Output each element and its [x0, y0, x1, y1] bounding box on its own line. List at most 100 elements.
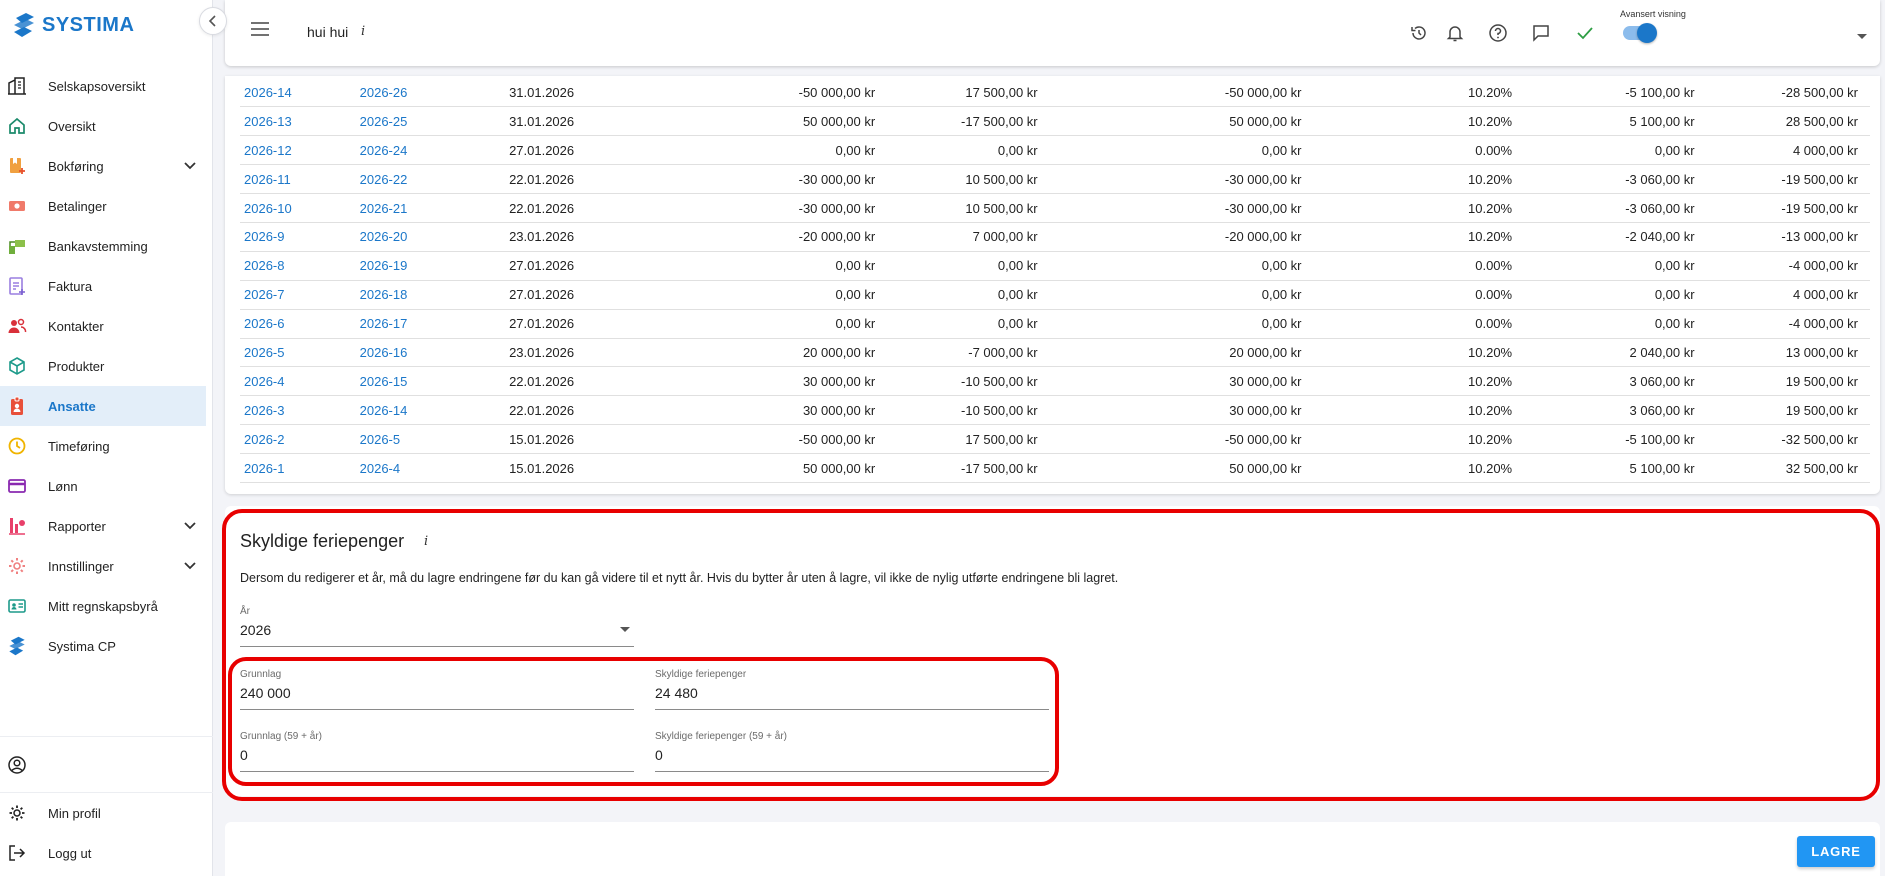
amount-cell: 3 060,00 kr	[1524, 366, 1707, 397]
voucher-link[interactable]: 2026-11	[240, 164, 360, 195]
money-icon	[6, 195, 28, 217]
sidebar-item-ansatte[interactable]: Ansatte	[0, 386, 206, 426]
section-info-icon[interactable]: i	[424, 534, 428, 549]
payroll-link[interactable]: 2026-18	[359, 280, 510, 310]
sidebar-item-systima-cp[interactable]: Systima CP	[0, 626, 206, 666]
holiday-pay-table-card: 2026-14 2026-26 31.01.2026 -50 000,00 kr 17 …	[225, 76, 1880, 494]
systima-logo[interactable]: SYSTIMA	[12, 12, 134, 38]
systima-logo-icon	[6, 635, 28, 657]
payroll-link[interactable]: 2026-16	[359, 338, 510, 368]
payroll-link[interactable]: 2026-17	[359, 309, 510, 339]
date-cell: 22.01.2026	[509, 164, 647, 195]
skyldige-feriepenger-59-field[interactable]: Skyldige feriepenger (59 + år) 0	[655, 731, 1049, 772]
advanced-view-toggle[interactable]	[1623, 23, 1657, 43]
amount-cell: 0,00 kr	[887, 251, 1050, 281]
voucher-link[interactable]: 2026-13	[240, 106, 360, 137]
sidebar-item-label: Innstillinger	[48, 558, 114, 574]
collapse-sidebar-button[interactable]	[199, 7, 227, 35]
help-icon	[1489, 24, 1507, 42]
skyldige-feriepenger-field[interactable]: Skyldige feriepenger 24 480	[655, 669, 1049, 710]
voucher-link[interactable]: 2026-14	[240, 78, 360, 108]
sidebar-item-timeføring[interactable]: Timeføring	[0, 426, 206, 466]
voucher-link[interactable]: 2026-12	[240, 135, 360, 166]
table-row: 2026-5 2026-16 23.01.2026 20 000,00 kr -7 00…	[240, 338, 1870, 368]
sidebar-item-betalinger[interactable]: Betalinger	[0, 186, 206, 226]
rate-cell: 10.20%	[1313, 366, 1525, 397]
sidebar-item-logg-ut[interactable]: Logg ut	[0, 833, 213, 873]
sync-status-button[interactable]	[1574, 22, 1596, 44]
sidebar-item-label: Bankavstemming	[48, 238, 148, 254]
payroll-link[interactable]: 2026-5	[359, 424, 510, 455]
sidebar-item-rapporter[interactable]: Rapporter	[0, 506, 206, 546]
sidebar-item-bankavstemming[interactable]: Bankavstemming	[0, 226, 206, 266]
save-button[interactable]: LAGRE	[1797, 836, 1875, 867]
voucher-link[interactable]: 2026-1	[240, 453, 360, 483]
field-value: 2026	[240, 622, 272, 638]
user-row[interactable]	[0, 737, 213, 793]
payroll-link[interactable]: 2026-22	[359, 164, 510, 195]
amount-cell: -19 500,00 kr	[1706, 164, 1870, 195]
sidebar-item-selskapsoversikt[interactable]: Selskapsoversikt	[0, 66, 206, 106]
amount-cell: 19 500,00 kr	[1706, 395, 1870, 426]
clock-icon	[6, 435, 28, 457]
payroll-link[interactable]: 2026-26	[359, 78, 510, 108]
history-button[interactable]	[1408, 22, 1430, 44]
date-cell: 15.01.2026	[509, 453, 647, 483]
amount-cell: 0,00 kr	[646, 135, 888, 166]
amount-cell: -50 000,00 kr	[646, 78, 888, 108]
payroll-link[interactable]: 2026-20	[359, 222, 510, 252]
amount-cell: -50 000,00 kr	[1049, 424, 1314, 455]
payroll-link[interactable]: 2026-25	[359, 106, 510, 137]
sidebar-item-bokføring[interactable]: Bokføring	[0, 146, 206, 186]
caret-down-icon	[1857, 34, 1867, 39]
help-button[interactable]	[1487, 22, 1509, 44]
sidebar-item-faktura[interactable]: Faktura	[0, 266, 206, 306]
voucher-link[interactable]: 2026-6	[240, 309, 360, 339]
voucher-link[interactable]: 2026-4	[240, 366, 360, 397]
sidebar-item-produkter[interactable]: Produkter	[0, 346, 206, 386]
chat-button[interactable]	[1530, 22, 1552, 44]
amount-cell: 20 000,00 kr	[1049, 338, 1314, 368]
rate-cell: 10.20%	[1313, 395, 1525, 426]
payroll-link[interactable]: 2026-14	[359, 395, 510, 426]
sidebar-item-oversikt[interactable]: Oversikt	[0, 106, 206, 146]
box-icon	[6, 355, 28, 377]
actions-card	[225, 822, 1880, 876]
year-select[interactable]: År 2026	[240, 606, 634, 647]
company-info-icon[interactable]: i	[361, 24, 365, 39]
voucher-link[interactable]: 2026-9	[240, 222, 360, 252]
voucher-link[interactable]: 2026-2	[240, 424, 360, 455]
amount-cell: -10 500,00 kr	[887, 395, 1050, 426]
sidebar-item-mitt-regnskapsbyrå[interactable]: Mitt regnskapsbyrå	[0, 586, 206, 626]
payroll-link[interactable]: 2026-4	[359, 453, 510, 483]
table-row: 2026-12 2026-24 27.01.2026 0,00 kr 0,00 kr 0,…	[240, 135, 1870, 166]
voucher-link[interactable]: 2026-3	[240, 395, 360, 426]
payroll-link[interactable]: 2026-24	[359, 135, 510, 166]
sidebar-item-innstillinger[interactable]: Innstillinger	[0, 546, 206, 586]
voucher-link[interactable]: 2026-7	[240, 280, 360, 310]
notifications-button[interactable]	[1444, 22, 1466, 44]
account-dropdown[interactable]	[1857, 28, 1867, 43]
toggle-knob	[1637, 23, 1657, 43]
table-row: 2026-14 2026-26 31.01.2026 -50 000,00 kr 17 …	[240, 78, 1870, 108]
voucher-link[interactable]: 2026-8	[240, 251, 360, 281]
amount-cell: 0,00 kr	[646, 309, 888, 339]
amount-cell: 7 000,00 kr	[887, 222, 1050, 252]
voucher-link[interactable]: 2026-10	[240, 193, 360, 223]
rate-cell: 0.00%	[1313, 135, 1525, 166]
payroll-link[interactable]: 2026-15	[359, 366, 510, 397]
grunnlag-59-field[interactable]: Grunnlag (59 + år) 0	[240, 731, 634, 772]
sidebar-item-kontakter[interactable]: Kontakter	[0, 306, 206, 346]
voucher-link[interactable]: 2026-5	[240, 338, 360, 368]
sidebar-item-lønn[interactable]: Lønn	[0, 466, 206, 506]
grunnlag-field[interactable]: Grunnlag 240 000	[240, 669, 634, 710]
menu-button[interactable]	[251, 22, 269, 39]
brand-name: SYSTIMA	[42, 13, 135, 36]
company-name[interactable]: hui hui	[307, 24, 348, 40]
payroll-link[interactable]: 2026-21	[359, 193, 510, 223]
payroll-link[interactable]: 2026-19	[359, 251, 510, 281]
buildings-icon	[6, 75, 28, 97]
date-cell: 31.01.2026	[509, 78, 647, 108]
sidebar-item-min-profil[interactable]: Min profil	[0, 793, 213, 833]
field-underline	[655, 709, 1049, 710]
